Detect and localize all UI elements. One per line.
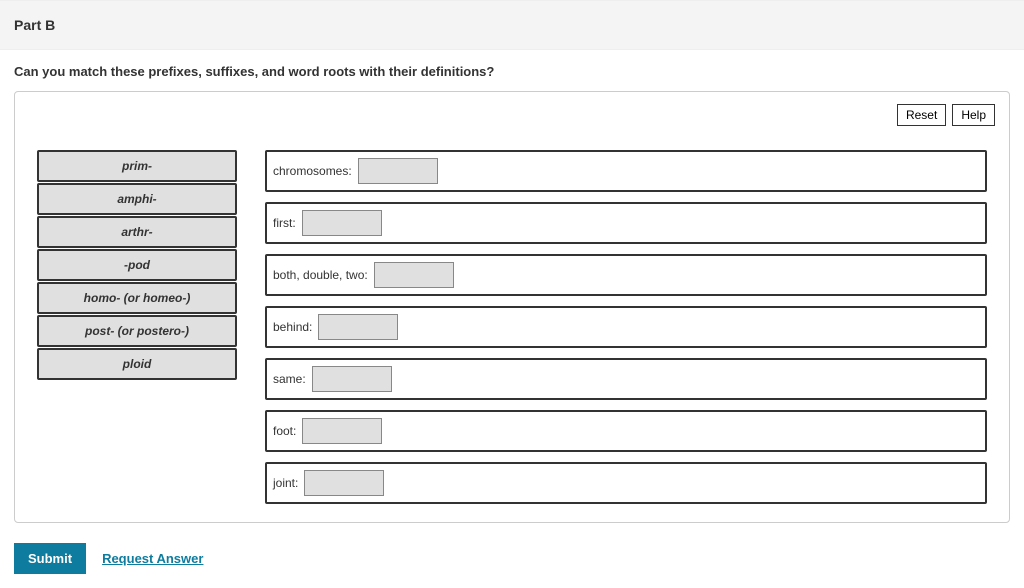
target-label: behind: — [273, 320, 312, 334]
drop-slot[interactable] — [302, 418, 382, 444]
source-column: prim- amphi- arthr- -pod homo- (or homeo… — [37, 150, 237, 380]
target-label: same: — [273, 372, 306, 386]
drop-slot[interactable] — [302, 210, 382, 236]
target-row-foot[interactable]: foot: — [265, 410, 987, 452]
drop-slot[interactable] — [358, 158, 438, 184]
drop-slot[interactable] — [374, 262, 454, 288]
target-row-same[interactable]: same: — [265, 358, 987, 400]
part-title: Part B — [14, 17, 1010, 33]
target-label: chromosomes: — [273, 164, 352, 178]
drop-slot[interactable] — [312, 366, 392, 392]
drop-slot[interactable] — [304, 470, 384, 496]
chip-prim[interactable]: prim- — [37, 150, 237, 182]
target-column: chromosomes: first: both, double, two: b… — [265, 150, 987, 504]
panel-top-buttons: Reset Help — [29, 104, 995, 126]
target-row-both[interactable]: both, double, two: — [265, 254, 987, 296]
chip-post[interactable]: post- (or postero-) — [37, 315, 237, 347]
target-row-behind[interactable]: behind: — [265, 306, 987, 348]
request-answer-link[interactable]: Request Answer — [102, 551, 203, 566]
target-label: joint: — [273, 476, 298, 490]
chip-ploid[interactable]: ploid — [37, 348, 237, 380]
chip-amphi[interactable]: amphi- — [37, 183, 237, 215]
target-label: both, double, two: — [273, 268, 368, 282]
chip-homo[interactable]: homo- (or homeo-) — [37, 282, 237, 314]
target-row-joint[interactable]: joint: — [265, 462, 987, 504]
submit-button[interactable]: Submit — [14, 543, 86, 574]
reset-button[interactable]: Reset — [897, 104, 946, 126]
drop-slot[interactable] — [318, 314, 398, 340]
part-header: Part B — [0, 0, 1024, 50]
footer-controls: Submit Request Answer — [0, 533, 1024, 588]
question-text: Can you match these prefixes, suffixes, … — [0, 50, 1024, 85]
activity-panel: Reset Help prim- amphi- arthr- -pod homo… — [14, 91, 1010, 523]
target-label: foot: — [273, 424, 296, 438]
chip-arthr[interactable]: arthr- — [37, 216, 237, 248]
target-row-chromosomes[interactable]: chromosomes: — [265, 150, 987, 192]
target-label: first: — [273, 216, 296, 230]
chip-pod[interactable]: -pod — [37, 249, 237, 281]
target-row-first[interactable]: first: — [265, 202, 987, 244]
work-area: prim- amphi- arthr- -pod homo- (or homeo… — [29, 150, 995, 504]
help-button[interactable]: Help — [952, 104, 995, 126]
